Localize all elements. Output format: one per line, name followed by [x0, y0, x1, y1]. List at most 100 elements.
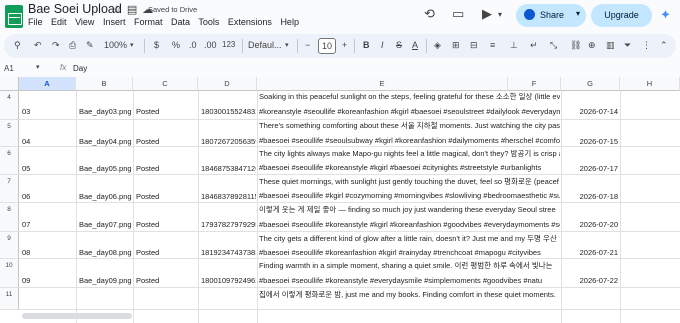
cell-hashtags[interactable]: #baesoei #seoullife #koreanfashion #kgir… [259, 248, 560, 257]
currency-format-button[interactable]: $ [154, 40, 159, 50]
cell-caption[interactable]: 이렇게 웃는 게 제일 좋아 — finding so much joy jus… [259, 205, 560, 214]
cell-file[interactable]: Bae_day07.png [79, 220, 132, 229]
row-header[interactable]: 5 [0, 120, 19, 147]
menu-tools[interactable]: Tools [198, 17, 219, 27]
cell-id[interactable]: 18468753847126 [201, 164, 256, 173]
font-dropdown-icon[interactable]: ▾ [285, 41, 289, 49]
row-header[interactable]: 11 [0, 288, 19, 310]
decrease-font-size-button[interactable]: − [305, 40, 310, 50]
row-header[interactable]: 9 [0, 232, 19, 259]
menu-edit[interactable]: Edit [51, 17, 67, 27]
upgrade-button[interactable]: Upgrade [591, 4, 652, 27]
cell-file[interactable]: Bae_day05.png [79, 164, 132, 173]
cell-day[interactable]: 05 [22, 164, 74, 173]
row-header[interactable]: 4 [0, 91, 19, 120]
cell-file[interactable]: Bae_day06.png [79, 192, 132, 201]
vertical-align-icon[interactable]: ⊥ [510, 40, 518, 51]
cell-caption[interactable]: There's something comforting about these… [259, 121, 560, 130]
name-box-dropdown-icon[interactable]: ▾ [36, 63, 40, 71]
row-header[interactable]: 6 [0, 147, 19, 175]
fill-color-icon[interactable]: ◈ [434, 40, 441, 51]
cell-id[interactable]: 18468378928115 [201, 192, 256, 201]
font-size-field[interactable]: 10 [318, 38, 336, 54]
menu-data[interactable]: Data [171, 17, 190, 27]
row-header[interactable]: 7 [0, 175, 19, 203]
bold-icon[interactable]: B [363, 40, 370, 50]
horizontal-scrollbar[interactable] [22, 313, 132, 319]
cell-file[interactable]: Bae_day03.png [79, 107, 132, 116]
formula-input[interactable]: Day [73, 64, 87, 73]
cell-date[interactable]: 2026-07-18 [563, 192, 618, 201]
name-box[interactable]: A1 [4, 64, 14, 73]
row-header[interactable]: 10 [0, 259, 19, 288]
cell-hashtags[interactable]: #koreanstyle #seoullife #koreanfashion #… [259, 107, 560, 116]
text-rotation-icon[interactable]: ⤡ [550, 40, 557, 51]
cell-status[interactable]: Posted [136, 220, 196, 229]
column-header-d[interactable]: D [198, 77, 257, 91]
undo-icon[interactable]: ↶ [34, 40, 42, 51]
paint-format-icon[interactable]: ✎ [86, 40, 94, 51]
column-header-a[interactable]: A [19, 77, 76, 91]
column-header-e[interactable]: E [257, 77, 508, 91]
cell-id[interactable]: 17937827979295 [201, 220, 256, 229]
cell-file[interactable]: Bae_day09.png [79, 276, 132, 285]
cell-id[interactable]: 18192347437383 [201, 248, 256, 257]
move-folder-icon[interactable]: ▤ [127, 4, 137, 16]
increase-font-size-button[interactable]: + [342, 40, 347, 50]
sheets-logo-icon[interactable] [5, 5, 23, 28]
borders-icon[interactable]: ⊞ [452, 40, 460, 51]
cell-caption[interactable]: The city lights always make Mapo-gu nigh… [259, 149, 560, 158]
comments-icon[interactable]: ▭ [452, 6, 464, 22]
cell-date[interactable]: 2026-07-15 [563, 137, 618, 146]
column-header-g[interactable]: G [561, 77, 620, 91]
column-header-b[interactable]: B [76, 77, 133, 91]
menu-insert[interactable]: Insert [103, 17, 126, 27]
cell-status[interactable]: Posted [136, 276, 196, 285]
merge-cells-icon[interactable]: ⊟ [470, 40, 478, 51]
row-header[interactable]: 8 [0, 203, 19, 232]
insert-link-icon[interactable]: ⛓ [570, 40, 581, 51]
horizontal-align-icon[interactable]: ≡ [490, 40, 495, 50]
insert-comment-icon[interactable]: ⊕ [588, 40, 596, 51]
cell-status[interactable]: Posted [136, 164, 196, 173]
menu-format[interactable]: Format [134, 17, 163, 27]
cell-date[interactable]: 2026-07-22 [563, 276, 618, 285]
cell-day[interactable]: 09 [22, 276, 74, 285]
more-options-icon[interactable]: ⋮ [642, 40, 651, 51]
menu-file[interactable]: File [28, 17, 43, 27]
font-select[interactable]: Defaul... [248, 40, 282, 50]
cell-id[interactable]: 18030015524832 [201, 107, 256, 116]
cell-status[interactable]: Posted [136, 248, 196, 257]
strikethrough-icon[interactable]: S [396, 40, 402, 50]
cell-caption[interactable]: 집에서 이렇게 평화로운 밤, just me and my books. Fi… [259, 290, 560, 299]
increase-decimal-button[interactable]: .00 [204, 40, 217, 50]
cell-date[interactable]: 2026-07-21 [563, 248, 618, 257]
cell-file[interactable]: Bae_day08.png [79, 248, 132, 257]
menu-help[interactable]: Help [280, 17, 299, 27]
menu-extensions[interactable]: Extensions [228, 17, 272, 27]
filter-icon[interactable]: ⏷ [624, 40, 631, 51]
zoom-dropdown-icon[interactable]: ▾ [130, 41, 134, 49]
cell-day[interactable]: 04 [22, 137, 74, 146]
cell-day[interactable]: 06 [22, 192, 74, 201]
cell-hashtags[interactable]: #baesoei #seoullife #koreanstyle #kgirl … [259, 163, 560, 172]
cell-date[interactable]: 2026-07-14 [563, 107, 618, 116]
cell-hashtags[interactable]: #baesoei #seoullife #koreanstyle #everyd… [259, 276, 560, 285]
cell-status[interactable]: Posted [136, 192, 196, 201]
cell-id[interactable]: 18072672056359 [201, 137, 256, 146]
decrease-decimal-button[interactable]: .0 [189, 40, 197, 50]
cell-status[interactable]: Posted [136, 107, 196, 116]
zoom-select[interactable]: 100% [104, 40, 127, 50]
cell-day[interactable]: 08 [22, 248, 74, 257]
cell-hashtags[interactable]: #baesoei #seoullife #koreanstyle #kgirl … [259, 220, 560, 229]
collapse-toolbar-icon[interactable]: ⌃ [660, 40, 668, 51]
cell-id[interactable]: 18001097924962 [201, 276, 256, 285]
cell-caption[interactable]: Finding warmth in a simple moment, shari… [259, 261, 560, 270]
menu-view[interactable]: View [75, 17, 94, 27]
more-formats-button[interactable]: 123 [222, 40, 235, 49]
column-header-h[interactable]: H [620, 77, 680, 91]
share-dropdown-icon[interactable]: ▾ [576, 9, 580, 18]
select-all-corner[interactable] [0, 77, 19, 91]
cell-day[interactable]: 03 [22, 107, 74, 116]
spreadsheet-grid[interactable]: A B C D E F G H 4 03 Bae_day03.png Poste… [0, 77, 680, 323]
